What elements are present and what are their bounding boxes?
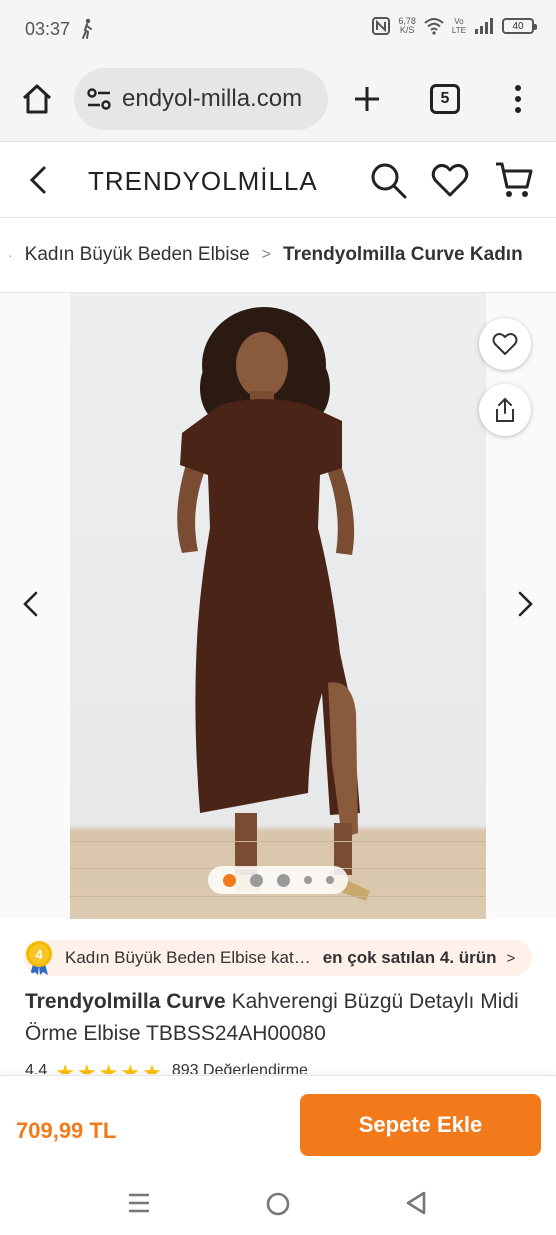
search-icon[interactable]: [368, 160, 408, 200]
bottom-purchase-bar: 709,99 TL Sepete Ekle: [0, 1075, 556, 1169]
product-gallery[interactable]: [0, 293, 556, 919]
battery-level: 40: [512, 20, 524, 32]
android-navigation-bar: [0, 1169, 556, 1235]
more-vertical-icon[interactable]: [506, 82, 530, 116]
review-count[interactable]: 893 Değerlendirme: [172, 1062, 308, 1074]
pagination-dot[interactable]: [325, 876, 334, 884]
pagination-dot[interactable]: [303, 876, 312, 884]
breadcrumb-current[interactable]: Trendyolmilla Curve Kadın: [283, 244, 523, 266]
image-pagination: [208, 866, 348, 894]
site-header: TRENDYOLMİLLA: [0, 142, 556, 218]
best-seller-banner[interactable]: 4 Kadın Büyük Beden Elbise kat… en çok s…: [24, 940, 532, 976]
add-to-cart-button[interactable]: Sepete Ekle: [300, 1094, 541, 1156]
cart-icon[interactable]: [494, 160, 534, 200]
status-bar: 03:37 6,78 K/S Vo LTE 40: [0, 0, 556, 60]
previous-image-arrow-icon[interactable]: [16, 589, 46, 619]
net-speed: 6,78 K/S: [398, 17, 416, 35]
pagination-dot[interactable]: [276, 873, 290, 887]
net-speed-unit: K/S: [399, 25, 415, 35]
breadcrumb: · Kadın Büyük Beden Elbise > Trendyolmil…: [0, 218, 556, 293]
status-time: 03:37: [25, 19, 71, 39]
next-image-arrow-icon[interactable]: [510, 589, 540, 619]
nfc-icon: [372, 17, 391, 35]
rank-badge-number: 4: [35, 947, 43, 962]
pagination-dot[interactable]: [249, 873, 263, 887]
pagination-dot-active[interactable]: [222, 873, 236, 887]
rating-value: 4.4: [25, 1062, 48, 1074]
volte-top: Vo: [454, 17, 464, 26]
back-icon[interactable]: [24, 164, 54, 196]
walk-icon: [82, 18, 92, 39]
battery-icon: 40: [502, 18, 537, 34]
address-bar[interactable]: endyol-milla.com: [74, 68, 328, 130]
chevron-right-icon: >: [506, 949, 516, 967]
tab-switcher-button[interactable]: 5: [430, 84, 460, 114]
heart-outline-icon: [492, 333, 518, 355]
rating-stars: ★★★★★: [55, 1062, 164, 1074]
breadcrumb-item[interactable]: Kadın Büyük Beden Elbise: [25, 244, 250, 266]
product-title: Trendyolmilla Curve Kahverengi Büzgü Det…: [25, 986, 535, 1050]
browser-toolbar: endyol-milla.com 5: [0, 60, 556, 142]
share-button[interactable]: [479, 384, 531, 436]
wifi-icon: [424, 18, 444, 35]
home-circle-icon[interactable]: [265, 1191, 291, 1217]
product-brand[interactable]: Trendyolmilla Curve: [25, 990, 226, 1013]
status-icons: 6,78 K/S Vo LTE 40: [372, 17, 537, 35]
signal-icon: [475, 18, 493, 34]
home-icon[interactable]: [20, 82, 54, 116]
tab-count: 5: [440, 90, 450, 107]
product-photo[interactable]: [70, 293, 486, 919]
product-price: 709,99 TL: [16, 1118, 117, 1143]
breadcrumb-separator: >: [261, 246, 272, 263]
tune-icon[interactable]: [86, 86, 112, 112]
plus-icon[interactable]: [350, 82, 384, 116]
model-illustration: [177, 307, 370, 901]
back-triangle-icon[interactable]: [404, 1190, 428, 1216]
volte-indicator: Vo LTE: [452, 17, 466, 35]
brand-logo[interactable]: TRENDYOLMİLLA: [88, 166, 318, 197]
favorite-button[interactable]: [479, 318, 531, 370]
breadcrumb-dot: ·: [8, 247, 13, 263]
volte-bottom: LTE: [451, 26, 466, 35]
share-icon: [496, 397, 514, 422]
best-seller-rank: en çok satılan 4. ürün: [322, 948, 497, 967]
rating-row[interactable]: 4.4 ★★★★★ 893 Değerlendirme: [25, 1062, 308, 1074]
best-seller-category: Kadın Büyük Beden Elbise kat…: [65, 948, 311, 967]
recent-apps-icon[interactable]: [126, 1191, 152, 1215]
url-text: endyol-milla.com: [122, 85, 303, 112]
heart-icon[interactable]: [430, 160, 470, 200]
